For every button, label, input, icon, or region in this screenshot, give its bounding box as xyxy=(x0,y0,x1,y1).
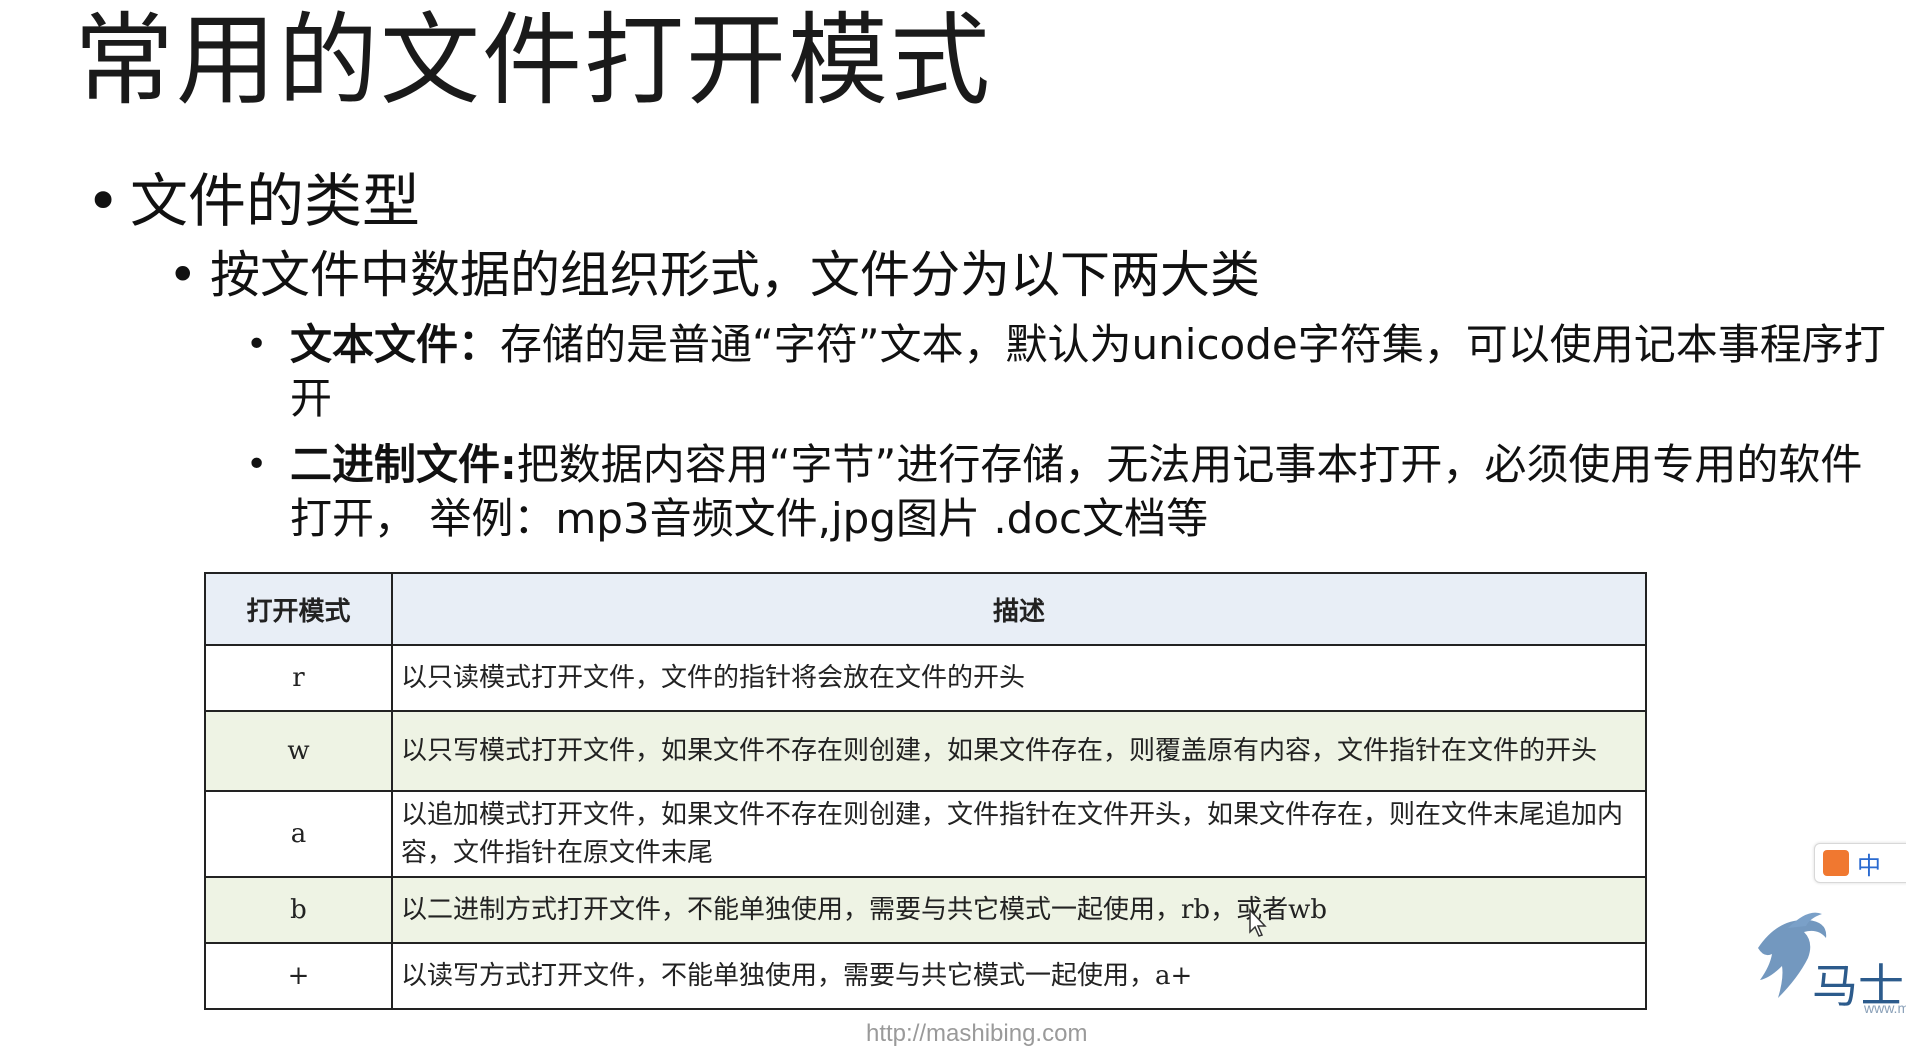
file-mode-table: 打开模式 描述 r 以只读模式打开文件，文件的指针将会放在文件的开头 w 以只写… xyxy=(204,572,1647,1010)
bullet-dot: • xyxy=(246,324,268,365)
binary-file-label: 二进制文件: xyxy=(290,440,517,489)
bullet-dot: • xyxy=(86,167,121,235)
logo-url: www.m xyxy=(1864,1000,1906,1016)
mode-cell: a xyxy=(204,790,393,878)
table-row: a 以追加模式打开文件，如果文件不存在则创建，文件指针在文件开头，如果文件存在，… xyxy=(204,790,1647,878)
desc-cell: 以只写模式打开文件，如果文件不存在则创建，如果文件存在，则覆盖原有内容，文件指针… xyxy=(391,710,1647,792)
binary-file-desc: 把数据内容用“字节”进行存储，无法用记事本打开，必须使用专用的软件打开， 举例：… xyxy=(290,440,1863,543)
desc-cell: 以读写方式打开文件，不能单独使用，需要与共它模式一起使用，a+ xyxy=(391,942,1647,1010)
bullet-file-types: • 文件的类型 xyxy=(86,165,420,237)
bullet-binary-file: • 二进制文件:把数据内容用“字节”进行存储，无法用记事本打开，必须使用专用的软… xyxy=(246,438,1896,546)
header-mode: 打开模式 xyxy=(204,572,393,646)
mode-cell: b xyxy=(204,876,393,944)
table-row: r 以只读模式打开文件，文件的指针将会放在文件的开头 xyxy=(204,644,1647,712)
bullet-dot: • xyxy=(246,444,268,485)
table-header-row: 打开模式 描述 xyxy=(204,572,1647,646)
mode-cell: w xyxy=(204,710,393,792)
slide-title: 常用的文件打开模式 xyxy=(74,2,992,119)
header-desc: 描述 xyxy=(391,572,1647,646)
bullet-text: 按文件中数据的组织形式，文件分为以下两大类 xyxy=(210,246,1260,304)
bullet-data-organization: • 按文件中数据的组织形式，文件分为以下两大类 xyxy=(168,243,1260,307)
table-row: + 以读写方式打开文件，不能单独使用，需要与共它模式一起使用，a+ xyxy=(204,942,1647,1010)
ime-toolbar[interactable]: 中 xyxy=(1814,843,1906,883)
table-row: b 以二进制方式打开文件，不能单独使用，需要与共它模式一起使用，rb，或者wb xyxy=(204,876,1647,944)
bullet-text-file: • 文本文件：存储的是普通“字符”文本，默认为unicode字符集，可以使用记本… xyxy=(246,318,1896,426)
bullet-dot: • xyxy=(168,246,198,304)
bullet-content: 二进制文件:把数据内容用“字节”进行存储，无法用记事本打开，必须使用专用的软件打… xyxy=(290,438,1896,546)
text-file-label: 文本文件： xyxy=(290,320,501,369)
table-row: w 以只写模式打开文件，如果文件不存在则创建，如果文件存在，则覆盖原有内容，文件… xyxy=(204,710,1647,792)
bullet-content: 文本文件：存储的是普通“字符”文本，默认为unicode字符集，可以使用记本事程… xyxy=(290,318,1896,426)
ime-language-label[interactable]: 中 xyxy=(1857,846,1881,881)
ime-logo-icon xyxy=(1823,850,1849,876)
footer-url: http://mashibing.com xyxy=(866,1020,1088,1047)
text-file-desc: 存储的是普通“字符”文本，默认为unicode字符集，可以使用记本事程序打开 xyxy=(290,320,1886,423)
bullet-text: 文件的类型 xyxy=(130,167,421,235)
desc-cell: 以追加模式打开文件，如果文件不存在则创建，文件指针在文件开头，如果文件存在，则在… xyxy=(391,790,1647,878)
mode-cell: + xyxy=(204,942,393,1010)
desc-cell: 以只读模式打开文件，文件的指针将会放在文件的开头 xyxy=(391,644,1647,712)
mode-cell: r xyxy=(204,644,393,712)
mouse-cursor-icon xyxy=(1249,908,1267,937)
desc-cell: 以二进制方式打开文件，不能单独使用，需要与共它模式一起使用，rb，或者wb xyxy=(391,876,1647,944)
